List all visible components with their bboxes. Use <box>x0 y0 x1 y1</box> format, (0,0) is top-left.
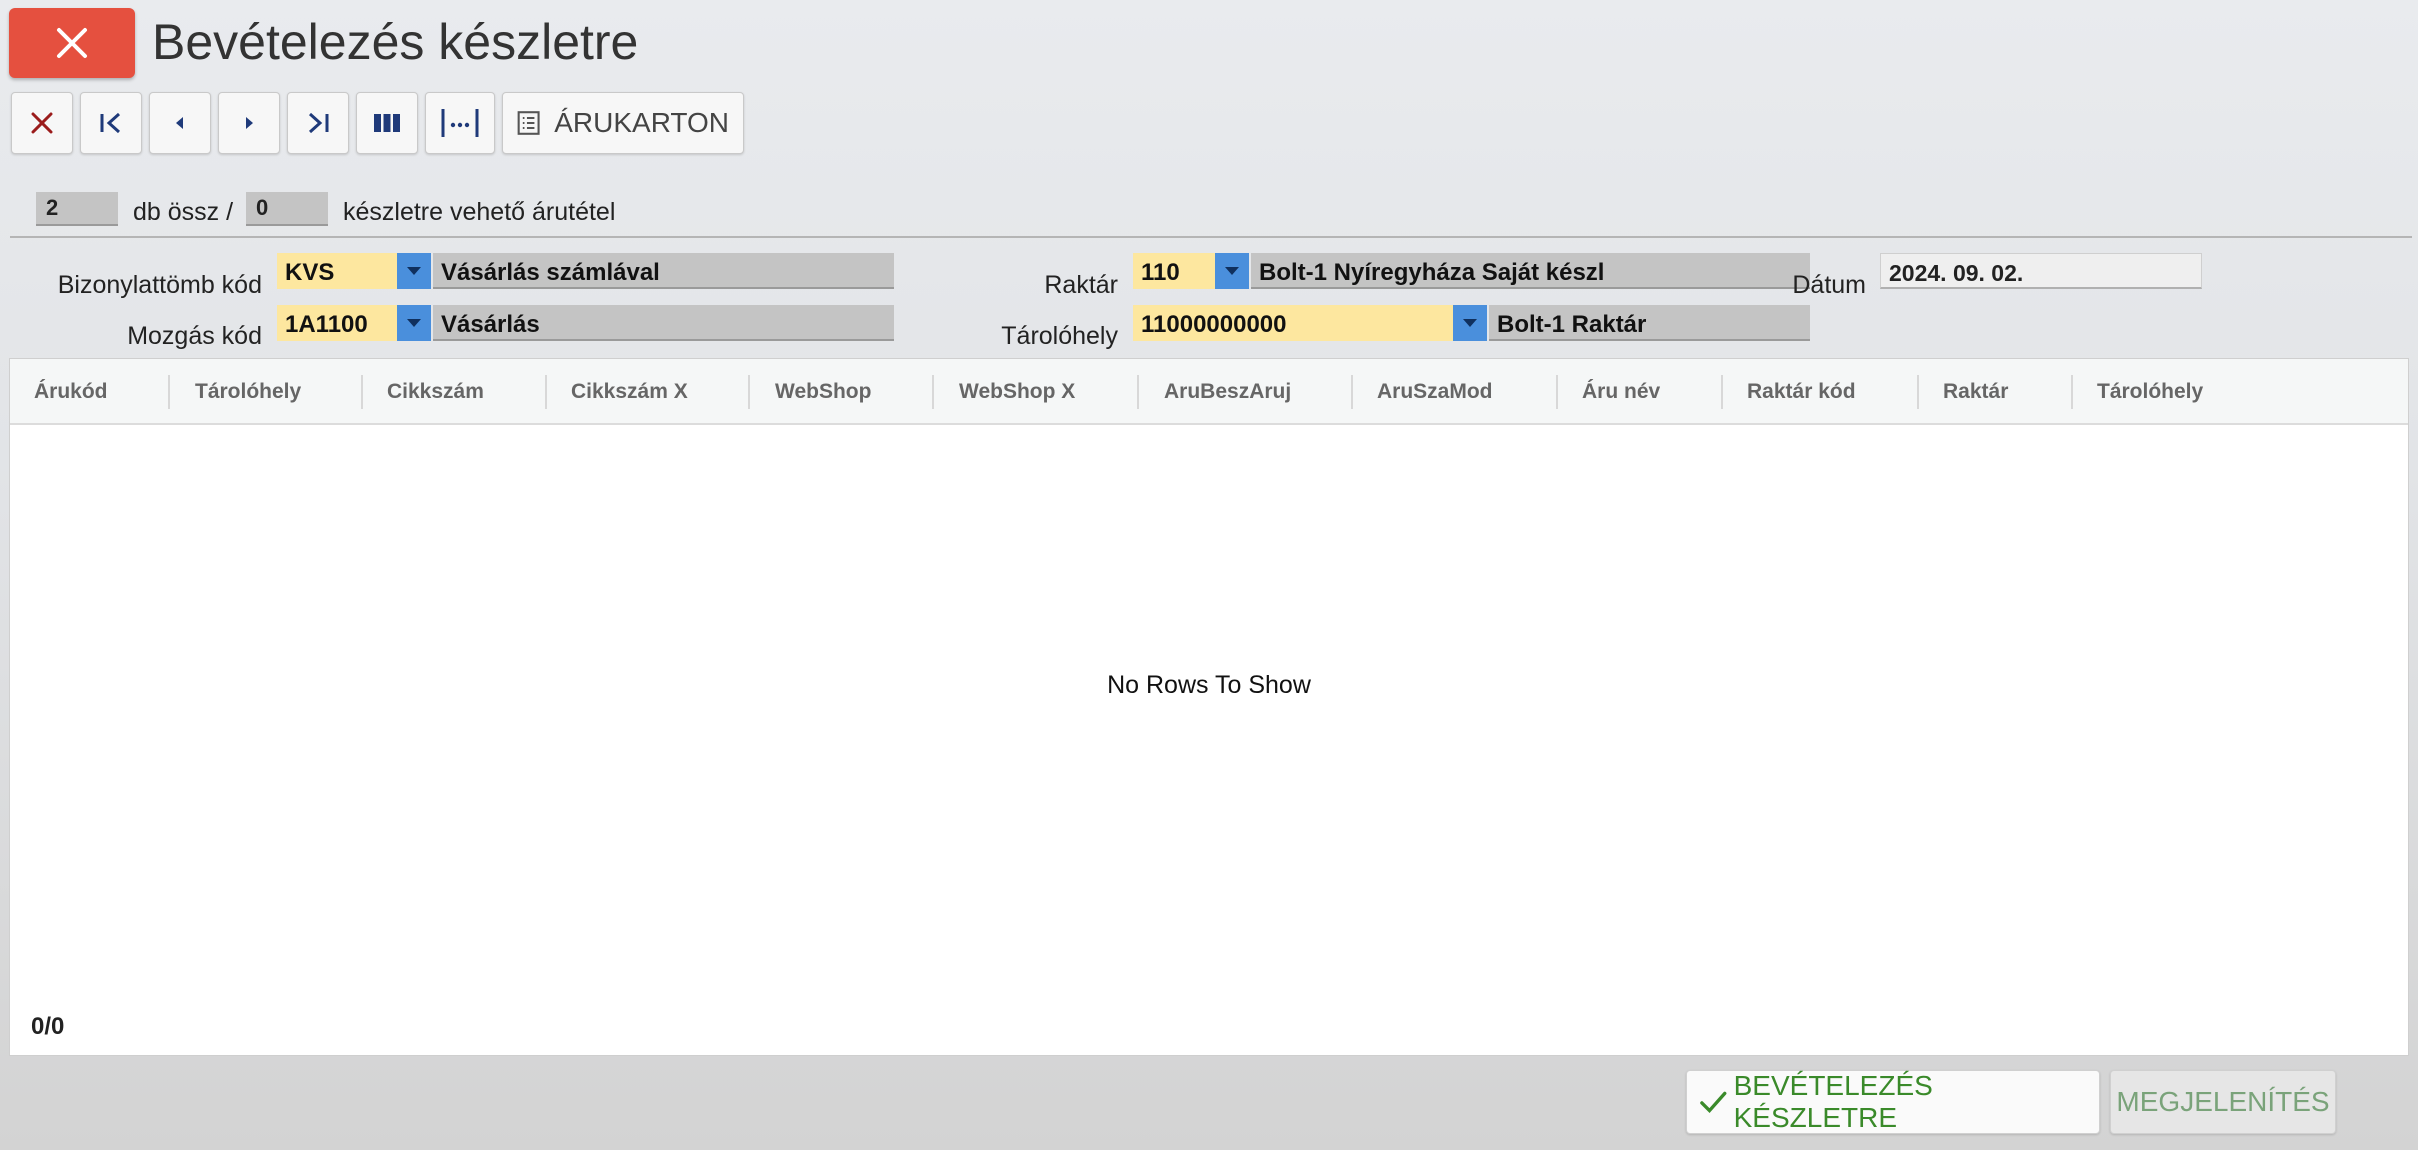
last-record-button[interactable] <box>287 92 349 154</box>
total-count-text: db össz / <box>133 198 234 226</box>
first-record-button[interactable] <box>80 92 142 154</box>
empty-message: No Rows To Show <box>1107 671 1311 699</box>
megjelenites-label: MEGJELENÍTÉS <box>2116 1086 2330 1117</box>
col-cikkszam[interactable]: Cikkszám <box>387 359 484 425</box>
col-aruszamod[interactable]: AruSzaMod <box>1377 359 1493 425</box>
list-icon <box>517 111 540 135</box>
available-count-field: 0 <box>246 192 328 226</box>
col-separator[interactable] <box>361 375 363 409</box>
col-separator[interactable] <box>1556 375 1558 409</box>
chevron-down-icon <box>1463 319 1477 327</box>
tarolohely-dropdown-button[interactable] <box>1453 305 1487 341</box>
mozgas-label: Mozgás kód <box>127 322 262 350</box>
bizonylattomb-dropdown-button[interactable] <box>397 253 431 289</box>
tarolohely-code-input[interactable]: 11000000000 <box>1133 305 1453 341</box>
caret-right-icon <box>246 117 253 129</box>
previous-record-button[interactable] <box>149 92 211 154</box>
col-separator[interactable] <box>545 375 547 409</box>
columns-icon <box>374 114 400 132</box>
arukarton-label: ÁRUKARTON <box>554 107 729 138</box>
raktar-dropdown-button[interactable] <box>1215 253 1249 289</box>
megjelenites-button[interactable]: MEGJELENÍTÉS <box>2110 1070 2336 1134</box>
cancel-button[interactable] <box>11 92 73 154</box>
columns-button[interactable] <box>356 92 418 154</box>
chevron-down-icon <box>407 267 421 275</box>
last-icon <box>308 112 329 134</box>
col-aruberszaruj[interactable]: AruBeszAruj <box>1164 359 1291 425</box>
total-count-field: 2 <box>36 192 118 226</box>
raktar-code-input[interactable]: 110 <box>1133 253 1215 289</box>
datum-input[interactable]: 2024. 09. 02. <box>1880 253 2202 289</box>
bevetelezes-button[interactable]: BEVÉTELEZÉS KÉSZLETRE <box>1686 1070 2100 1134</box>
col-tarolohely[interactable]: Tárolóhely <box>195 359 301 425</box>
bevetelezes-label: BEVÉTELEZÉS KÉSZLETRE <box>1733 1070 1933 1133</box>
mozgas-dropdown-button[interactable] <box>397 305 431 341</box>
close-window-button[interactable] <box>9 8 135 78</box>
bizonylattomb-description: Vásárlás számlával <box>433 253 894 289</box>
bizonylattomb-code-input[interactable]: KVS <box>277 253 397 289</box>
col-raktar[interactable]: Raktár <box>1943 359 2008 425</box>
available-count-text: készletre vehető árutétel <box>343 198 616 226</box>
col-tarolohely-2[interactable]: Tárolóhely <box>2097 359 2203 425</box>
row-count: 0/0 <box>31 1013 65 1040</box>
next-record-button[interactable] <box>218 92 280 154</box>
close-icon <box>57 28 87 58</box>
mozgas-code-input[interactable]: 1A1100 <box>277 305 397 341</box>
column-width-button[interactable] <box>425 92 495 154</box>
tarolohely-description: Bolt-1 Raktár <box>1489 305 1810 341</box>
grid-header: Árukód Tárolóhely Cikkszám Cikkszám X We… <box>10 359 2408 425</box>
check-icon <box>1700 1091 1727 1114</box>
tarolohely-label: Tárolóhely <box>1001 322 1118 350</box>
mozgas-description: Vásárlás <box>433 305 894 341</box>
col-separator[interactable] <box>2071 375 2073 409</box>
col-separator[interactable] <box>168 375 170 409</box>
col-raktar-kod[interactable]: Raktár kód <box>1747 359 1856 425</box>
first-icon <box>100 112 121 134</box>
chevron-down-icon <box>407 319 421 327</box>
raktar-label: Raktár <box>1044 271 1118 299</box>
raktar-description: Bolt-1 Nyíregyháza Saját készl <box>1251 253 1810 289</box>
col-separator[interactable] <box>932 375 934 409</box>
chevron-down-icon <box>1225 267 1239 275</box>
col-aru-nev[interactable]: Áru név <box>1582 359 1660 425</box>
bizonylattomb-label: Bizonylattömb kód <box>57 271 262 299</box>
fit-width-icon <box>441 109 479 137</box>
page-title: Bevételezés készletre <box>152 14 639 70</box>
col-arukod[interactable]: Árukód <box>34 359 108 425</box>
caret-left-icon <box>176 117 183 129</box>
col-cikkszam-x[interactable]: Cikkszám X <box>571 359 688 425</box>
items-grid: Árukód Tárolóhely Cikkszám Cikkszám X We… <box>9 358 2409 1056</box>
col-webshop[interactable]: WebShop <box>775 359 871 425</box>
divider <box>10 236 2412 238</box>
col-separator[interactable] <box>1917 375 1919 409</box>
col-separator[interactable] <box>748 375 750 409</box>
col-separator[interactable] <box>1351 375 1353 409</box>
arukarton-button[interactable]: ÁRUKARTON <box>502 92 744 154</box>
datum-label: Dátum <box>1792 271 1866 299</box>
col-separator[interactable] <box>1137 375 1139 409</box>
col-separator[interactable] <box>1721 375 1723 409</box>
col-webshop-x[interactable]: WebShop X <box>959 359 1075 425</box>
close-icon <box>31 112 53 134</box>
